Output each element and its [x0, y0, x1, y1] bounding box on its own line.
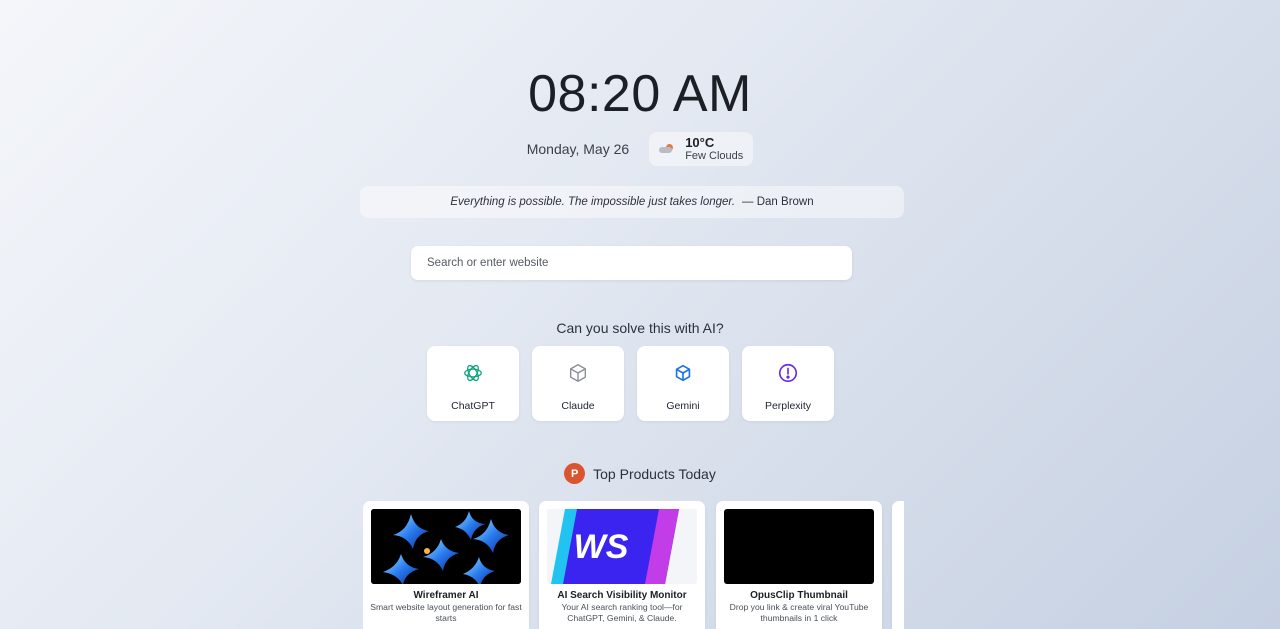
ws-logo-image: WS [547, 509, 697, 584]
quote-bar: Everything is possible. The impossible j… [360, 186, 904, 218]
sparkle-stars-image [371, 509, 521, 584]
ai-tool-label: Perplexity [764, 400, 812, 412]
weather-widget[interactable]: 10°C Few Clouds [649, 132, 754, 166]
product-description: Your AI search ranking tool—for ChatGPT,… [561, 602, 683, 623]
current-date: Monday, May 26 [526, 141, 630, 157]
chatgpt-icon [464, 364, 482, 382]
product-hunt-logo[interactable]: P [564, 463, 586, 484]
ai-tools-row: ChatGPT Claude Gemini Perplexity [427, 346, 834, 421]
product-image [724, 509, 874, 584]
product-card[interactable]: OpusClip Thumbnail Drop you link & creat… [716, 501, 882, 629]
ai-tool-gemini[interactable]: Gemini [637, 346, 729, 421]
product-image [371, 509, 521, 584]
alert-circle-icon [778, 363, 798, 383]
quote-text: Everything is possible. The impossible j… [450, 196, 736, 208]
product-card-partial[interactable] [892, 501, 904, 629]
product-name: AI Search Visibility Monitor [557, 590, 687, 601]
product-card[interactable]: WS AI Search Visibility Monitor Your AI … [539, 501, 705, 629]
weather-condition: Few Clouds [685, 150, 744, 163]
quote-author: — Dan Brown [742, 196, 814, 208]
partly-cloudy-icon [659, 144, 675, 154]
top-products-title: Top Products Today [593, 465, 716, 482]
top-products-heading: P Top Products Today [0, 463, 1280, 484]
search-box[interactable] [411, 246, 852, 280]
ai-section-heading: Can you solve this with AI? [556, 320, 724, 336]
ai-tool-label: ChatGPT [451, 400, 495, 412]
clock-time: 08:20 AM [528, 65, 752, 123]
cube-icon [569, 364, 587, 382]
weather-temperature: 10°C [685, 134, 715, 150]
product-description: Drop you link & create viral YouTube thu… [729, 602, 869, 623]
ai-tool-label: Claude [561, 400, 595, 412]
search-input[interactable] [411, 246, 827, 280]
ai-tool-chatgpt[interactable]: ChatGPT [427, 346, 519, 421]
cube-icon [675, 364, 691, 382]
product-description: Smart website layout generation for fast… [370, 602, 522, 623]
product-image: WS [547, 509, 697, 584]
ai-tool-claude[interactable]: Claude [532, 346, 624, 421]
svg-text:WS: WS [574, 528, 629, 566]
date-weather-row: Monday, May 26 10°C Few Clouds [0, 132, 1280, 166]
ai-tool-label: Gemini [666, 400, 700, 412]
product-name: OpusClip Thumbnail [750, 590, 848, 601]
product-name: Wireframer AI [413, 590, 479, 601]
product-card[interactable]: Wireframer AI Smart website layout gener… [363, 501, 529, 629]
products-carousel: Wireframer AI Smart website layout gener… [363, 501, 904, 629]
ai-tool-perplexity[interactable]: Perplexity [742, 346, 834, 421]
